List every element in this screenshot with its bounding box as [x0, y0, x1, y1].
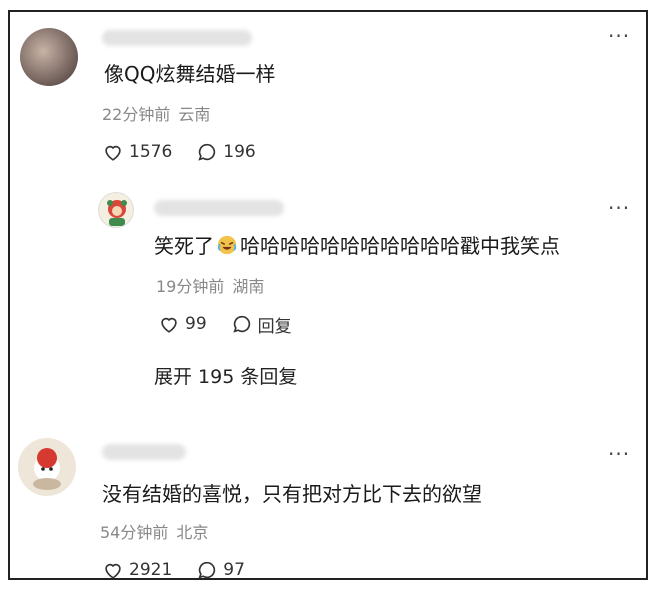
like-count: 1576	[129, 142, 173, 162]
avatar[interactable]	[20, 28, 78, 86]
more-options-icon[interactable]: ···	[608, 26, 630, 46]
username-blurred[interactable]	[154, 200, 284, 216]
username-blurred[interactable]	[102, 444, 186, 460]
comment-time: 54分钟前	[100, 523, 169, 542]
reply-count: 196	[223, 142, 256, 162]
comment-time: 19分钟前	[156, 277, 225, 296]
comment-text: 笑死了 哈哈哈哈哈哈哈哈哈哈哈戳中我笑点	[154, 232, 560, 260]
comment-meta: 19分钟前 湖南	[156, 276, 264, 298]
avatar[interactable]	[18, 438, 76, 496]
comment-meta: 22分钟前 云南	[102, 104, 210, 126]
comment-text-suffix: 哈哈哈哈哈哈哈哈哈哈哈戳中我笑点	[240, 234, 560, 258]
comment-meta: 54分钟前 北京	[100, 522, 208, 544]
comment-text: 像QQ炫舞结婚一样	[104, 62, 276, 86]
comment-location: 湖南	[232, 277, 265, 296]
comment-actions: 99 回复	[158, 312, 292, 337]
more-options-icon[interactable]: ···	[608, 444, 630, 464]
comment-text: 没有结婚的喜悦，只有把对方比下去的欲望	[102, 482, 482, 506]
like-count: 2921	[129, 560, 173, 580]
comment-bubble-icon[interactable]	[231, 313, 253, 335]
more-options-icon[interactable]: ···	[608, 198, 630, 218]
like-count: 99	[185, 314, 207, 334]
heart-icon[interactable]	[102, 559, 124, 581]
avatar-illustration	[107, 200, 127, 226]
comment-location: 北京	[176, 523, 209, 542]
comment-time: 22分钟前	[102, 105, 171, 124]
comment-bubble-icon[interactable]	[196, 141, 218, 163]
crying-laughing-emoji-icon	[217, 235, 237, 255]
expand-replies-link[interactable]: 展开 195 条回复	[154, 362, 297, 389]
comment-bubble-icon[interactable]	[196, 559, 218, 581]
comment-panel: ··· 像QQ炫舞结婚一样 22分钟前 云南 1576 196 ··· 笑死了 哈哈…	[8, 10, 648, 580]
avatar[interactable]	[98, 192, 134, 228]
avatar-illustration	[18, 438, 76, 496]
heart-icon[interactable]	[158, 313, 180, 335]
reply-count: 97	[223, 560, 245, 580]
comment-text-prefix: 笑死了	[154, 234, 214, 258]
comment-location: 云南	[178, 105, 211, 124]
reply-button[interactable]: 回复	[258, 312, 292, 337]
username-blurred[interactable]	[102, 30, 252, 46]
comment-actions: 1576 196	[102, 140, 256, 164]
heart-icon[interactable]	[102, 141, 124, 163]
comment-actions: 2921 97	[102, 558, 245, 582]
